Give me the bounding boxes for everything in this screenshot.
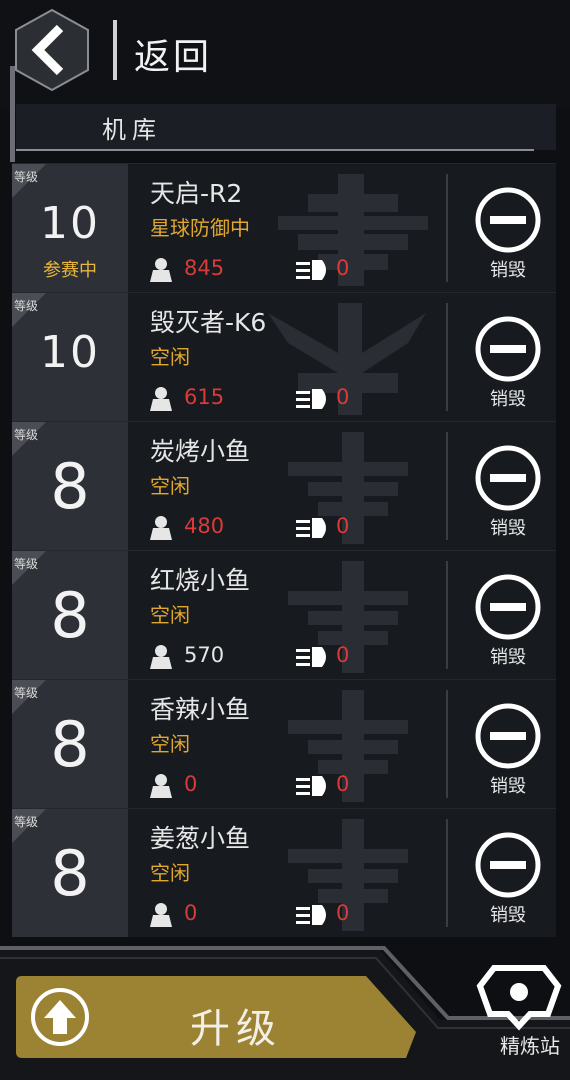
power-value: 0: [184, 901, 198, 925]
level-tag: 等级: [14, 557, 39, 571]
hangar-row[interactable]: 等级 10 毁灭者-K6 空闲 615 0 销毁: [12, 292, 556, 421]
ship-status: 星球防御中: [150, 216, 250, 240]
level-box: 等级 8: [12, 551, 128, 679]
hangar-list: 等级 10 参赛中 天启-R2 星球防御中 845 0 销毁 等级 10 毁灭者…: [12, 163, 556, 943]
level-box: 等级 10: [12, 293, 128, 421]
hangar-row[interactable]: 等级 8 香辣小鱼 空闲 0 0 销毁: [12, 679, 556, 808]
level-box: 等级 8: [12, 680, 128, 808]
section-underline: [16, 149, 534, 151]
ship-name: 红烧小鱼: [150, 566, 251, 595]
section-bar: [16, 104, 556, 150]
engine-value: 0: [336, 385, 350, 409]
hangar-row[interactable]: 等级 10 参赛中 天启-R2 星球防御中 845 0 销毁: [12, 163, 556, 292]
engine-icon: [296, 647, 326, 667]
engine-value: 0: [336, 643, 350, 667]
pilot-icon: [150, 258, 172, 282]
refinery-label: 精炼站: [500, 1034, 560, 1058]
level-number: 8: [50, 579, 90, 652]
decorative-line: [10, 66, 15, 162]
destroy-label: 销毁: [490, 905, 526, 926]
level-box: 等级 10 参赛中: [12, 164, 128, 292]
destroy-button[interactable]: 销毁: [448, 551, 556, 679]
header: 返回: [0, 0, 570, 108]
engine-value: 0: [336, 772, 350, 796]
ship-name: 姜葱小鱼: [150, 824, 251, 853]
pilot-icon: [150, 387, 172, 411]
level-tag: 等级: [14, 428, 39, 442]
level-tag: 等级: [14, 299, 39, 313]
level-number: 8: [50, 450, 90, 523]
power-value: 570: [184, 643, 225, 667]
destroy-button[interactable]: 销毁: [448, 809, 556, 937]
destroy-label: 销毁: [490, 389, 526, 410]
destroy-button[interactable]: 销毁: [448, 293, 556, 421]
ship-status: 空闲: [150, 861, 190, 885]
level-box: 等级 8: [12, 422, 128, 550]
engine-icon: [296, 518, 326, 538]
destroy-label: 销毁: [490, 260, 526, 281]
ship-status: 空闲: [150, 732, 190, 756]
level-tag: 等级: [14, 815, 39, 829]
destroy-button[interactable]: 销毁: [448, 164, 556, 292]
destroy-label: 销毁: [490, 518, 526, 539]
upgrade-label: 升级: [190, 1006, 282, 1052]
engine-value: 0: [336, 256, 350, 280]
minus-circle-icon: [475, 187, 541, 253]
back-arrow-icon[interactable]: [14, 8, 90, 92]
destroy-button[interactable]: 销毁: [448, 422, 556, 550]
hangar-row[interactable]: 等级 8 红烧小鱼 空闲 570 0 销毁: [12, 550, 556, 679]
refinery-button[interactable]: [468, 962, 570, 1080]
ship-status: 空闲: [150, 474, 190, 498]
level-tag: 等级: [14, 170, 39, 184]
level-box: 等级 8: [12, 809, 128, 937]
engine-icon: [296, 905, 326, 925]
power-value: 615: [184, 385, 225, 409]
destroy-label: 销毁: [490, 647, 526, 668]
engine-value: 0: [336, 514, 350, 538]
ship-name: 香辣小鱼: [150, 695, 251, 724]
level-number: 10: [40, 198, 100, 249]
back-divider: [113, 20, 117, 80]
ship-status: 空闲: [150, 603, 190, 627]
minus-circle-icon: [475, 316, 541, 382]
pilot-icon: [150, 774, 172, 798]
power-value: 0: [184, 772, 198, 796]
engine-icon: [296, 389, 326, 409]
pilot-icon: [150, 903, 172, 927]
minus-circle-icon: [475, 445, 541, 511]
ship-name: 天启-R2: [150, 179, 243, 208]
destroy-label: 销毁: [490, 776, 526, 797]
level-tag: 等级: [14, 686, 39, 700]
ship-status: 空闲: [150, 345, 190, 369]
refinery-icon: [476, 965, 562, 1031]
hangar-row[interactable]: 等级 8 炭烤小鱼 空闲 480 0 销毁: [12, 421, 556, 550]
pilot-icon: [150, 516, 172, 540]
minus-circle-icon: [475, 832, 541, 898]
section-title: 机库: [102, 116, 162, 144]
level-number: 8: [50, 708, 90, 781]
minus-circle-icon: [475, 574, 541, 640]
hangar-row[interactable]: 等级 8 姜葱小鱼 空闲 0 0 销毁: [12, 808, 556, 937]
level-number: 10: [40, 327, 100, 378]
level-status: 参赛中: [43, 260, 97, 281]
ship-name: 炭烤小鱼: [150, 437, 251, 466]
engine-value: 0: [336, 901, 350, 925]
engine-icon: [296, 776, 326, 796]
ship-name: 毁灭者-K6: [150, 308, 267, 337]
destroy-button[interactable]: 销毁: [448, 680, 556, 808]
engine-icon: [296, 260, 326, 280]
power-value: 480: [184, 514, 225, 538]
minus-circle-icon: [475, 703, 541, 769]
power-value: 845: [184, 256, 225, 280]
level-number: 8: [50, 837, 90, 910]
pilot-icon: [150, 645, 172, 669]
back-label[interactable]: 返回: [134, 28, 212, 80]
